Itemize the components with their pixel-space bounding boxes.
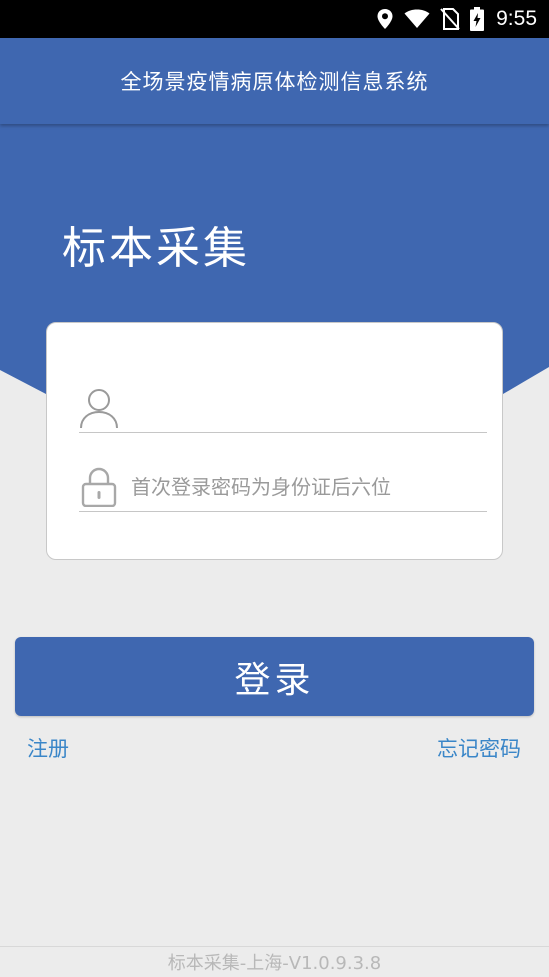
login-card: [46, 322, 503, 560]
username-field: [79, 383, 487, 433]
app-version-footer: 标本采集-上海-V1.0.9.3.8: [0, 946, 549, 977]
register-link[interactable]: 注册: [27, 733, 69, 763]
password-input[interactable]: [131, 466, 471, 507]
wifi-icon: [404, 9, 430, 29]
app-title-bar: 全场景疫情病原体检测信息系统: [0, 38, 549, 124]
battery-charging-icon: [470, 7, 485, 31]
no-sim-icon: [440, 8, 460, 30]
forgot-password-link[interactable]: 忘记密码: [437, 733, 521, 763]
user-icon: [79, 386, 119, 430]
status-time: 9:55: [496, 7, 537, 30]
location-icon: [376, 8, 394, 30]
username-input[interactable]: [131, 387, 471, 428]
login-button[interactable]: 登录: [15, 637, 534, 716]
status-bar: 9:55: [0, 0, 549, 38]
password-field: [79, 462, 487, 512]
app-title: 全场景疫情病原体检测信息系统: [120, 70, 429, 94]
lock-icon: [79, 465, 119, 509]
page-heading: 标本采集: [62, 223, 250, 274]
